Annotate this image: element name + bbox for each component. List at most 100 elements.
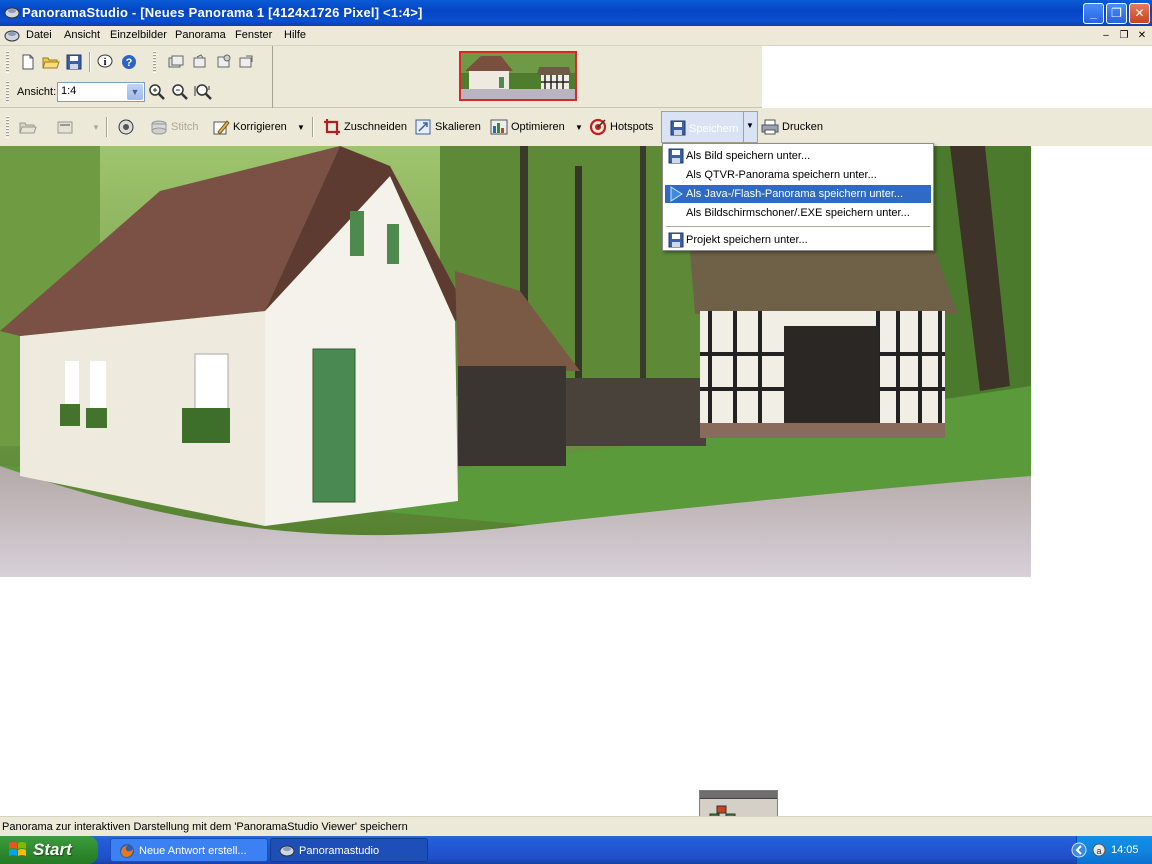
image-list-icon [57, 121, 73, 134]
panorama-thumbnail[interactable] [459, 51, 577, 101]
system-tray: a 14:05 [1071, 836, 1152, 864]
crop-icon [323, 118, 341, 136]
speichern-dropdown-icon[interactable]: ▼ [746, 121, 754, 130]
menu-item-save-screensaver[interactable]: Als Bildschirmschoner/.EXE speichern unt… [665, 204, 931, 222]
zuschneiden-button[interactable]: Zuschneiden [323, 116, 407, 138]
stitch-label: Stitch [171, 121, 199, 133]
optimieren-dropdown-icon[interactable]: ▼ [575, 123, 583, 132]
speichern-button[interactable]: Speichern ▼ [661, 111, 758, 143]
upper-toolbar-area: i ? Ansicht: 1:4 ▼ [0, 46, 762, 108]
toolbar-grip[interactable] [6, 116, 9, 138]
image-tool-button-1[interactable] [166, 52, 186, 72]
toolbar-separator [89, 52, 91, 72]
save-dropdown-menu: Als Bild speichern unter... Als QTVR-Pan… [662, 143, 934, 251]
task-panoramastudio[interactable]: Panoramastudio [270, 838, 428, 862]
skalieren-label: Skalieren [435, 121, 481, 133]
menu-hilfe[interactable]: Hilfe [284, 29, 306, 41]
panorama-thumbnail-image [461, 53, 575, 99]
korrigieren-dropdown-icon[interactable]: ▼ [297, 123, 305, 132]
panoramastudio-app-icon [4, 7, 20, 19]
menu-ansicht[interactable]: Ansicht [64, 29, 100, 41]
floating-window-titlebar[interactable] [700, 791, 777, 799]
maximize-button[interactable]: ❐ [1106, 3, 1127, 24]
mdi-restore-button[interactable]: ❐ [1117, 29, 1131, 42]
menu-item-save-qtvr[interactable]: Als QTVR-Panorama speichern unter... [665, 166, 931, 184]
dropdown-arrow-icon[interactable]: ▼ [92, 123, 100, 132]
info-button[interactable]: i [95, 52, 115, 72]
split-divider [743, 112, 744, 142]
zoom-fit-button[interactable] [193, 82, 213, 102]
image-export-icon [239, 55, 253, 68]
mdi-minimize-button[interactable]: – [1099, 29, 1113, 42]
korrigieren-button[interactable]: Korrigieren [212, 116, 287, 138]
taskbar: Start Neue Antwort erstell... Panoramast… [0, 836, 1152, 864]
pencil-icon [212, 118, 230, 136]
zoom-out-button[interactable] [170, 82, 190, 102]
image-tool-button-3[interactable] [214, 52, 234, 72]
menu-einzelbilder[interactable]: Einzelbilder [110, 29, 167, 41]
document-icon[interactable] [4, 28, 20, 44]
status-bar: Panorama zur interaktiven Darstellung mi… [0, 816, 1152, 836]
task-firefox[interactable]: Neue Antwort erstell... [110, 838, 268, 862]
menu-item-save-java-flash[interactable]: Als Java-/Flash-Panorama speichern unter… [665, 185, 931, 203]
help-button[interactable]: ? [119, 52, 139, 72]
toolbar-grip[interactable] [153, 51, 156, 73]
image-list-button[interactable] [55, 117, 75, 137]
new-file-button[interactable] [18, 52, 38, 72]
floppy-icon [670, 120, 686, 136]
menu-item-save-image[interactable]: Als Bild speichern unter... [665, 147, 931, 165]
menu-panorama[interactable]: Panorama [175, 29, 226, 41]
window-title: PanoramaStudio - [Neues Panorama 1 [4124… [22, 5, 423, 20]
toolbar-grip[interactable] [6, 81, 9, 103]
image-edit-icon [217, 54, 231, 68]
image-tool-button-4[interactable] [236, 52, 256, 72]
info-icon: i [97, 54, 113, 68]
image-stack-icon [168, 55, 184, 68]
status-text: Panorama zur interaktiven Darstellung mi… [2, 821, 408, 833]
stitch-button[interactable]: Stitch [150, 116, 199, 138]
floppy-icon [66, 54, 82, 70]
close-button[interactable]: ✕ [1129, 3, 1150, 24]
chevron-down-icon[interactable]: ▼ [127, 84, 143, 100]
floppy-icon [668, 148, 684, 164]
minimize-button[interactable]: _ [1083, 3, 1104, 24]
menu-fenster[interactable]: Fenster [235, 29, 272, 41]
image-rotate-icon [193, 54, 206, 68]
mdi-close-button[interactable]: ✕ [1135, 29, 1149, 42]
settings-button[interactable] [116, 117, 136, 137]
zoom-select[interactable]: 1:4 ▼ [57, 82, 145, 102]
speichern-label: Speichern [689, 123, 739, 135]
drucken-label: Drucken [782, 121, 823, 133]
menu-separator [666, 226, 930, 227]
chevron-left-icon[interactable] [1071, 842, 1087, 858]
menu-item-label: Projekt speichern unter... [686, 234, 808, 246]
hotspots-button[interactable]: Hotspots [589, 116, 653, 138]
resize-icon [414, 118, 432, 136]
title-bar[interactable]: PanoramaStudio - [Neues Panorama 1 [4124… [0, 0, 1152, 26]
drucken-button[interactable]: Drucken [761, 116, 823, 138]
menu-datei[interactable]: Datei [26, 29, 52, 41]
hotspot-target-icon [589, 118, 607, 136]
zoom-value: 1:4 [61, 85, 77, 97]
save-button[interactable] [64, 52, 84, 72]
open-button[interactable] [41, 52, 61, 72]
zoom-in-button[interactable] [147, 82, 167, 102]
firefox-icon [120, 844, 134, 858]
start-button[interactable]: Start [0, 836, 98, 864]
menu-bar: Datei Ansicht Einzelbilder Panorama Fens… [0, 26, 1152, 46]
network-icon[interactable]: a [1091, 842, 1107, 858]
optimieren-button[interactable]: Optimieren [490, 116, 565, 138]
image-tool-button-2[interactable] [190, 52, 210, 72]
menu-item-save-project[interactable]: Projekt speichern unter... [665, 231, 931, 249]
menu-item-label: Als QTVR-Panorama speichern unter... [686, 169, 877, 181]
skalieren-button[interactable]: Skalieren [414, 116, 481, 138]
zoom-out-icon [172, 84, 188, 100]
zoom-in-icon [149, 84, 165, 100]
optimize-icon [490, 118, 508, 136]
zoom-label: Ansicht: [17, 86, 57, 98]
toolbar-grip[interactable] [6, 51, 9, 73]
printer-icon [761, 118, 779, 136]
menu-item-label: Als Java-/Flash-Panorama speichern unter… [686, 188, 904, 200]
thumbnail-panel [272, 46, 762, 108]
open-images-button[interactable] [18, 117, 38, 137]
